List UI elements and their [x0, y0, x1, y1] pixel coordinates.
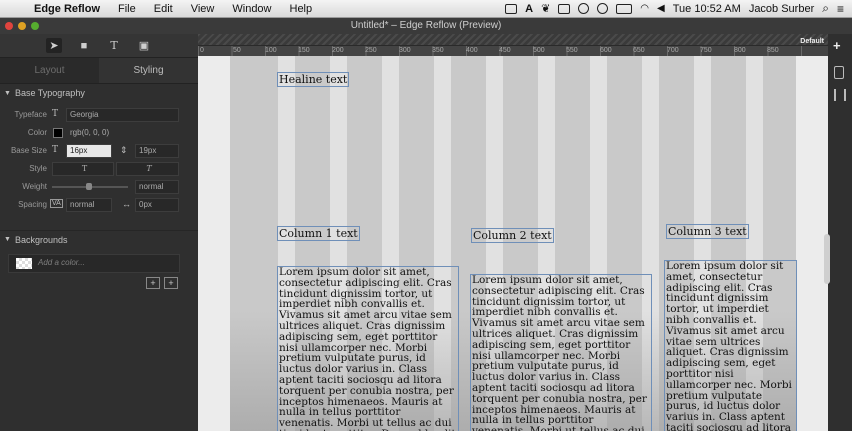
ruler-ticks	[198, 45, 828, 56]
column-2-paragraph[interactable]: Lorem ipsum dolor sit amet, consectetur …	[470, 274, 652, 431]
base-size-label: Base Size	[10, 146, 47, 155]
airplay-icon[interactable]	[558, 3, 571, 14]
typeface-icon: T	[52, 109, 59, 119]
battery-icon[interactable]	[616, 3, 633, 14]
tool-strip: ➤ ■ T ▣	[0, 34, 198, 58]
headline-text[interactable]: Healine text	[277, 72, 350, 87]
line-height-icon: ⇕	[120, 145, 128, 155]
column-3-paragraph[interactable]: Lorem ipsum dolor sit amet, consectetur …	[664, 260, 797, 431]
breakpoint-default-label[interactable]: Default	[800, 38, 824, 45]
backgrounds-title: Backgrounds	[14, 234, 68, 245]
color-swatch[interactable]	[53, 128, 63, 138]
letter-spacing-icon: VA	[50, 199, 63, 208]
word-spacing-icon: ↔	[122, 199, 131, 209]
spacing-label: Spacing	[18, 200, 47, 209]
clock-text[interactable]: Tue 10:52 AM	[673, 3, 741, 15]
base-size-input[interactable]: 16px	[66, 144, 112, 158]
horizontal-ruler[interactable]	[198, 34, 828, 56]
disclosure-triangle-icon[interactable]: ▼	[4, 236, 11, 243]
text-tool-icon[interactable]: T	[106, 39, 122, 52]
add-color-placeholder[interactable]: Add a color...	[38, 258, 85, 267]
weight-label: Weight	[22, 182, 47, 191]
typeface-label: Typeface	[14, 110, 47, 119]
tab-styling[interactable]: Styling	[99, 58, 198, 83]
menu-help[interactable]: Help	[281, 3, 322, 15]
menu-edit[interactable]: Edit	[145, 3, 182, 15]
menu-window[interactable]: Window	[223, 3, 280, 15]
add-background-button[interactable]: +	[146, 277, 160, 289]
wifi-icon[interactable]: ◠	[640, 3, 649, 14]
styling-panel: ➤ ■ T ▣ Layout Styling ▼ Base Typography…	[0, 34, 198, 431]
user-name[interactable]: Jacob Surber	[749, 3, 814, 15]
breakpoint-bar[interactable]	[198, 34, 828, 45]
background-color-field[interactable]	[8, 254, 180, 273]
add-breakpoint-icon[interactable]: +	[833, 38, 841, 53]
spotlight-search-icon[interactable]: ⌕	[822, 1, 829, 16]
window-title: Untitled* – Edge Reflow (Preview)	[350, 20, 502, 31]
box-tool-icon[interactable]: ■	[76, 40, 92, 52]
color-label: Color	[27, 128, 47, 137]
adobe-icon[interactable]: A	[525, 3, 533, 15]
font-size-icon: T	[52, 145, 59, 155]
mac-menubar: Edge Reflow File Edit View Window Help A…	[0, 0, 852, 18]
color-row: Color rgb(0, 0, 0)	[0, 124, 198, 142]
column-2-heading[interactable]: Column 2 text	[471, 228, 554, 243]
minimize-window-button[interactable]	[18, 22, 26, 30]
typeface-select[interactable]: Georgia	[66, 108, 179, 122]
sync-icon[interactable]	[578, 3, 590, 14]
panel-tabs: Layout Styling	[0, 58, 198, 84]
device-preview-icon[interactable]	[834, 66, 844, 79]
weight-slider-handle[interactable]	[86, 183, 92, 190]
word-spacing-input[interactable]: 0px	[135, 198, 179, 212]
app-menu[interactable]: Edge Reflow	[30, 3, 109, 15]
tab-layout[interactable]: Layout	[0, 58, 99, 83]
base-size-row: Base Size T 16px ⇕ 19px	[0, 142, 198, 160]
menu-file[interactable]: File	[109, 3, 145, 15]
right-tool-strip: +	[824, 34, 852, 431]
style-normal-button[interactable]: T	[52, 162, 114, 176]
column-1-paragraph[interactable]: Lorem ipsum dolor sit amet, consectetur …	[277, 266, 459, 431]
disclosure-triangle-icon[interactable]: ▼	[4, 90, 11, 97]
zoom-window-button[interactable]	[31, 22, 39, 30]
select-tool-icon[interactable]: ➤	[46, 38, 62, 53]
image-tool-icon[interactable]: ▣	[136, 39, 152, 52]
camera-icon[interactable]	[505, 3, 518, 14]
style-row: Style T T	[0, 160, 198, 178]
column-3-heading[interactable]: Column 3 text	[666, 224, 749, 239]
canvas-scrollbar[interactable]	[824, 234, 830, 284]
color-input[interactable]: rgb(0, 0, 0)	[66, 126, 179, 140]
weight-input[interactable]: normal	[135, 180, 179, 194]
backgrounds-header[interactable]: ▼ Backgrounds	[0, 230, 198, 248]
transparent-swatch-icon	[16, 258, 32, 269]
base-typography-title: Base Typography	[14, 88, 85, 98]
style-label: Style	[29, 164, 47, 173]
close-window-button[interactable]	[5, 22, 13, 30]
design-canvas[interactable]: Healine text Column 1 text Column 2 text…	[198, 34, 828, 431]
style-italic-button[interactable]: T	[116, 162, 179, 176]
window-titlebar: Untitled* – Edge Reflow (Preview)	[0, 18, 852, 34]
background-color-row: Add a color...	[0, 252, 198, 274]
column-1-heading[interactable]: Column 1 text	[277, 226, 360, 241]
line-height-input[interactable]: 19px	[135, 144, 179, 158]
add-image-background-button[interactable]: +	[164, 277, 178, 289]
background-actions: + +	[0, 274, 198, 292]
base-typography-header[interactable]: ▼ Base Typography	[0, 84, 198, 102]
spacing-row: Spacing VA normal ↔ 0px	[0, 196, 198, 214]
letter-spacing-input[interactable]: normal	[66, 198, 112, 212]
volume-icon[interactable]: ◀	[657, 3, 665, 14]
notification-center-icon[interactable]: ≡	[837, 2, 844, 16]
evernote-icon[interactable]: ❦	[541, 2, 550, 15]
weight-row: Weight normal	[0, 178, 198, 196]
menu-view[interactable]: View	[182, 3, 224, 15]
time-machine-icon[interactable]	[597, 3, 609, 14]
library-icon[interactable]	[834, 89, 846, 101]
typeface-row: Typeface T Georgia	[0, 106, 198, 124]
